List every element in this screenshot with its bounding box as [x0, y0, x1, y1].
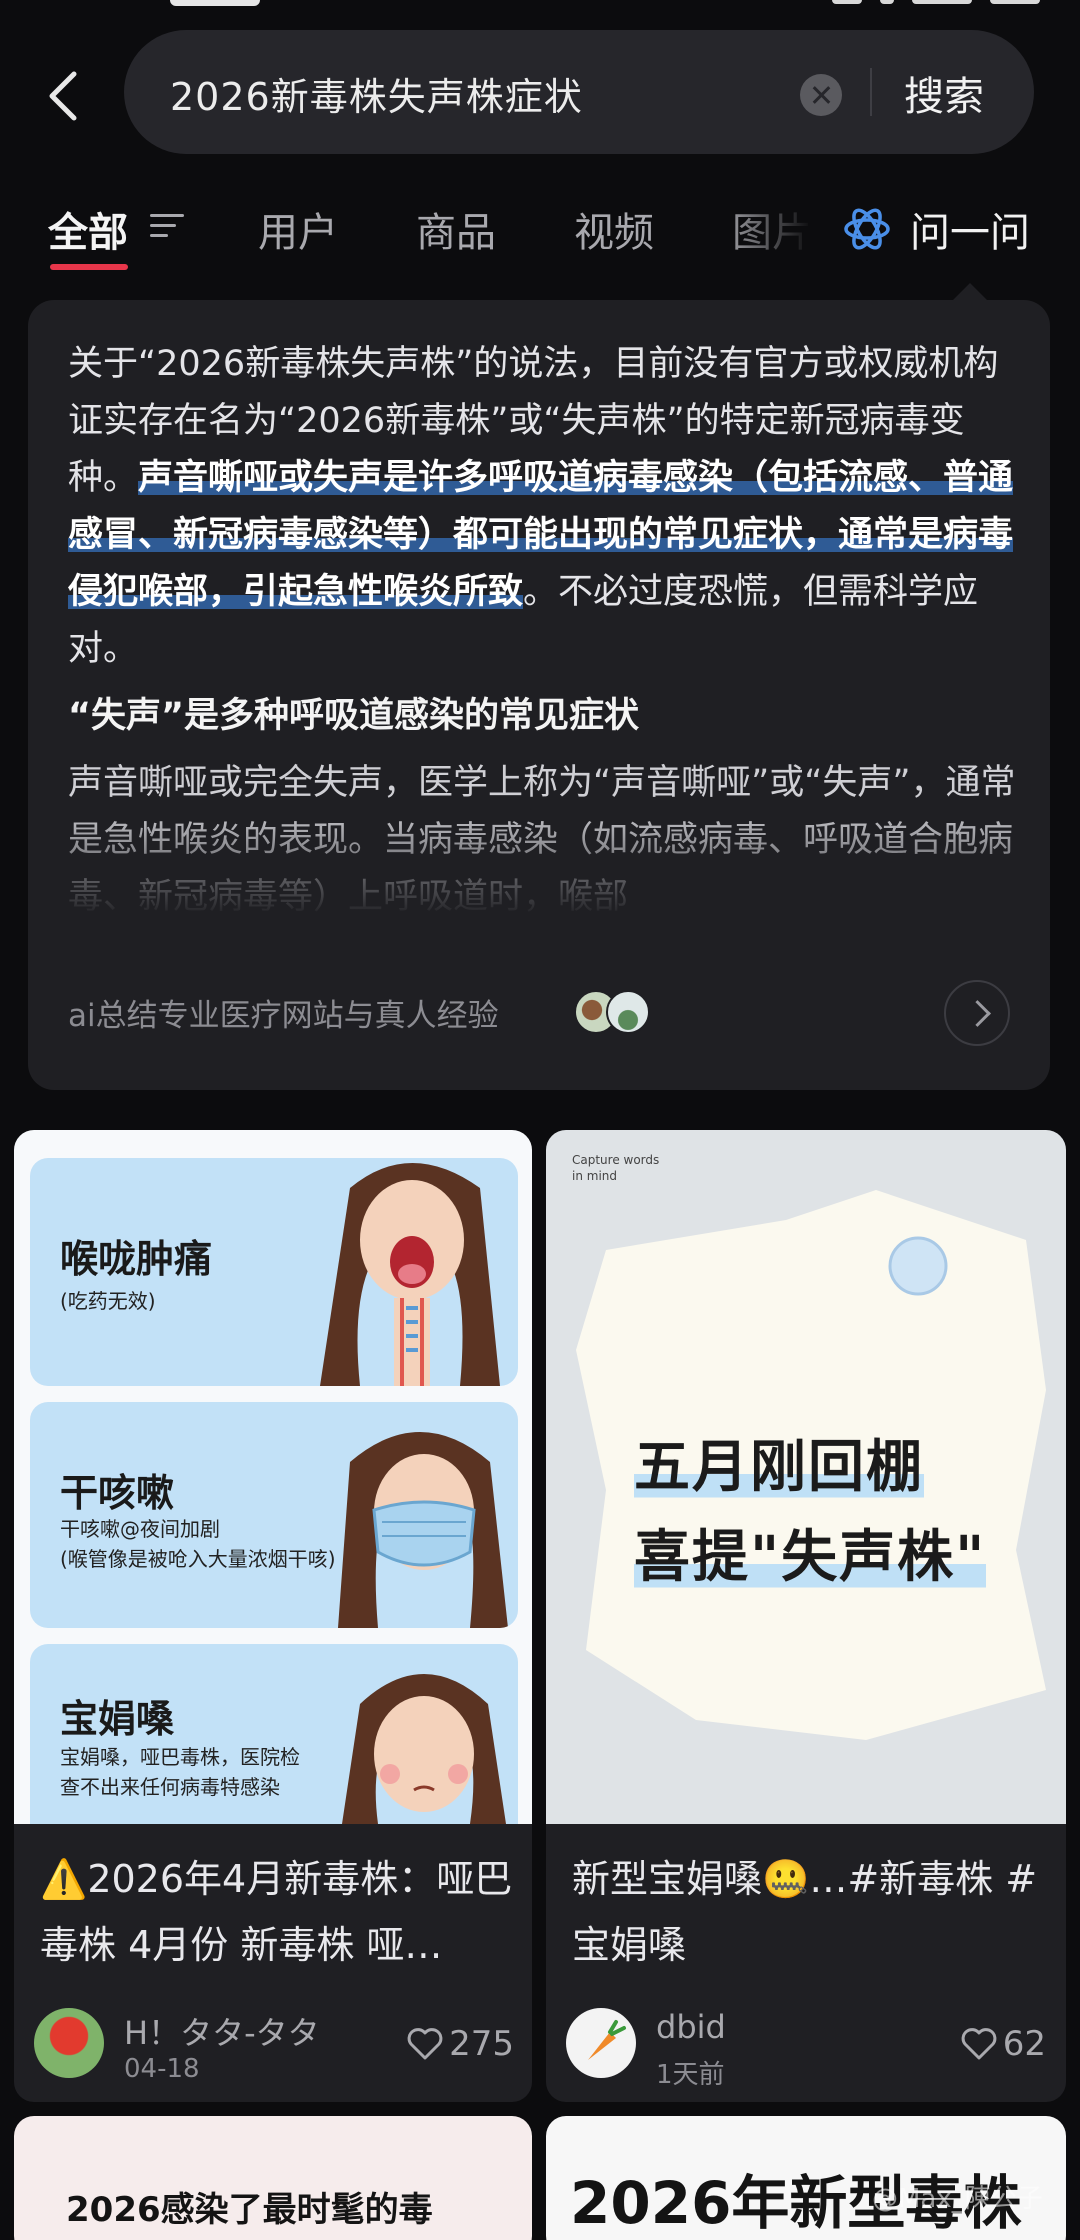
search-bar[interactable]: 2026新毒株失声株症状 搜索 — [124, 30, 1034, 154]
result-card[interactable]: 2026感染了最时髦的毒 — [14, 2116, 532, 2240]
author-name[interactable]: H！タタ-タタ — [124, 2008, 320, 2054]
tab-products[interactable]: 商品 — [416, 200, 496, 258]
tab-videos[interactable]: 视频 — [574, 200, 654, 258]
tab-users[interactable]: 用户 — [258, 200, 338, 258]
tab-fade — [720, 190, 850, 270]
ai-detail-wrap: 声音嘶哑或完全失声，医学上称为“声音嘶哑”或“失声”，通常是急性喉炎的表现。当病… — [68, 755, 1018, 926]
clear-search-icon[interactable] — [800, 74, 842, 116]
ai-summary-card[interactable]: 关于“2026新毒株失声株”的说法，目前没有官方或权威机构证实存在名为“2026… — [28, 300, 1050, 1090]
author-name[interactable]: dbid — [656, 2008, 726, 2046]
result-title[interactable]: ⚠️2026年4月新毒株：哑巴毒株 4月份 新毒株 哑… — [40, 1846, 520, 1978]
image-tag-line: in mind — [572, 1169, 617, 1183]
panel-title: 宝娟嗓 — [60, 1697, 175, 1741]
heart-icon — [407, 2028, 443, 2060]
panel-subtitle: 查不出来任何病毒特感染 — [60, 1775, 280, 1799]
result-meta: dbid 1天前 62 — [566, 2008, 1046, 2098]
like-button[interactable]: 62 — [959, 2024, 1046, 2064]
result-meta: H！タタ-タタ 04-18 275 — [34, 2008, 514, 2098]
panel-subtitle: 干咳嗽@夜间加剧 — [60, 1517, 220, 1541]
woman-hoarse-illustration — [342, 1674, 506, 1824]
image-text-line: 喜提"失声株" — [634, 1512, 987, 1593]
ask-ai-icon[interactable] — [842, 204, 892, 254]
source-avatar — [606, 990, 650, 1034]
ai-summary-body: 关于“2026新毒株失声株”的说法，目前没有官方或权威机构证实存在名为“2026… — [68, 336, 1018, 926]
like-count: 275 — [449, 2024, 514, 2064]
result-image: 喉咙肿痛 (吃药无效) 干咳嗽 干咳嗽@夜间加剧 (喉管像是被呛入大量浓烟干咳) — [14, 1130, 532, 1824]
panel-subtitle: (吃药无效) — [60, 1289, 156, 1313]
panel-subtitle: (喉管像是被呛入大量浓烟干咳) — [60, 1547, 336, 1571]
image-text: 五月刚回棚 — [634, 1435, 924, 1500]
back-button[interactable] — [44, 66, 84, 126]
watermark: @Max_陳公子 — [872, 2184, 1043, 2214]
ai-source-label: ai总结专业医疗网站与真人经验 — [68, 998, 499, 1034]
panel-title: 干咳嗽 — [60, 1471, 175, 1515]
symptom-panel: 喉咙肿痛 (吃药无效) — [30, 1158, 518, 1386]
panel-title: 喉咙肿痛 — [60, 1237, 213, 1281]
filter-icon[interactable] — [150, 212, 184, 240]
tab-all[interactable]: 全部 — [48, 200, 128, 258]
woman-mask-illustration — [338, 1432, 508, 1628]
tab-bar: 全部 用户 商品 视频 图片 问一问 — [0, 190, 1080, 280]
image-text-line: 五月刚回棚 — [634, 1422, 924, 1503]
image-text: 喜提"失声株" — [634, 1525, 987, 1590]
carrot-icon — [588, 2020, 626, 2060]
author-avatar[interactable] — [566, 2008, 636, 2078]
search-divider — [870, 68, 872, 116]
like-button[interactable]: 275 — [405, 2024, 514, 2064]
result-image-text: 2026感染了最时髦的毒 — [66, 2190, 433, 2230]
image-tag-line: Capture words — [572, 1153, 660, 1167]
chevron-right-icon[interactable] — [944, 980, 1010, 1046]
status-bar — [0, 0, 1080, 24]
panel-subtitle: 宝娟嗓，哑巴毒株，医院检 — [60, 1745, 300, 1769]
ai-summary-intro: 关于“2026新毒株失声株”的说法，目前没有官方或权威机构证实存在名为“2026… — [68, 336, 1018, 678]
search-button[interactable]: 搜索 — [904, 64, 984, 122]
ai-subheading: “失声”是多种呼吸道感染的常见症状 — [68, 696, 640, 736]
active-tab-indicator — [50, 264, 128, 270]
search-input[interactable]: 2026新毒株失声株症状 — [170, 66, 583, 121]
post-date: 04-18 — [124, 2054, 200, 2084]
post-date: 1天前 — [656, 2060, 725, 2090]
status-time — [170, 0, 260, 6]
result-title[interactable]: 新型宝娟嗓🤐…#新毒株 #宝娟嗓 — [572, 1846, 1052, 1978]
result-card[interactable]: Capture words in mind 五月刚回棚 喜提"失声株" 新型宝娟嗓… — [546, 1130, 1066, 2102]
author-avatar[interactable] — [34, 2008, 104, 2078]
chevron-left-icon — [49, 71, 77, 121]
heart-icon — [961, 2028, 997, 2060]
symptom-panel: 干咳嗽 干咳嗽@夜间加剧 (喉管像是被呛入大量浓烟干咳) — [30, 1402, 518, 1628]
woman-sore-throat-illustration — [320, 1163, 500, 1386]
ai-detail-fade — [68, 806, 1018, 926]
ask-ai-tab[interactable]: 问一问 — [910, 200, 1030, 258]
status-icons — [790, 0, 1040, 6]
symptom-panel: 宝娟嗓 宝娟嗓，哑巴毒株，医院检 查不出来任何病毒特感染 — [30, 1644, 518, 1824]
result-image: Capture words in mind 五月刚回棚 喜提"失声株" — [546, 1130, 1066, 1824]
result-card[interactable]: 喉咙肿痛 (吃药无效) 干咳嗽 干咳嗽@夜间加剧 (喉管像是被呛入大量浓烟干咳) — [14, 1130, 532, 2102]
like-count: 62 — [1002, 2024, 1046, 2064]
image-tag: Capture words in mind — [572, 1152, 659, 1184]
